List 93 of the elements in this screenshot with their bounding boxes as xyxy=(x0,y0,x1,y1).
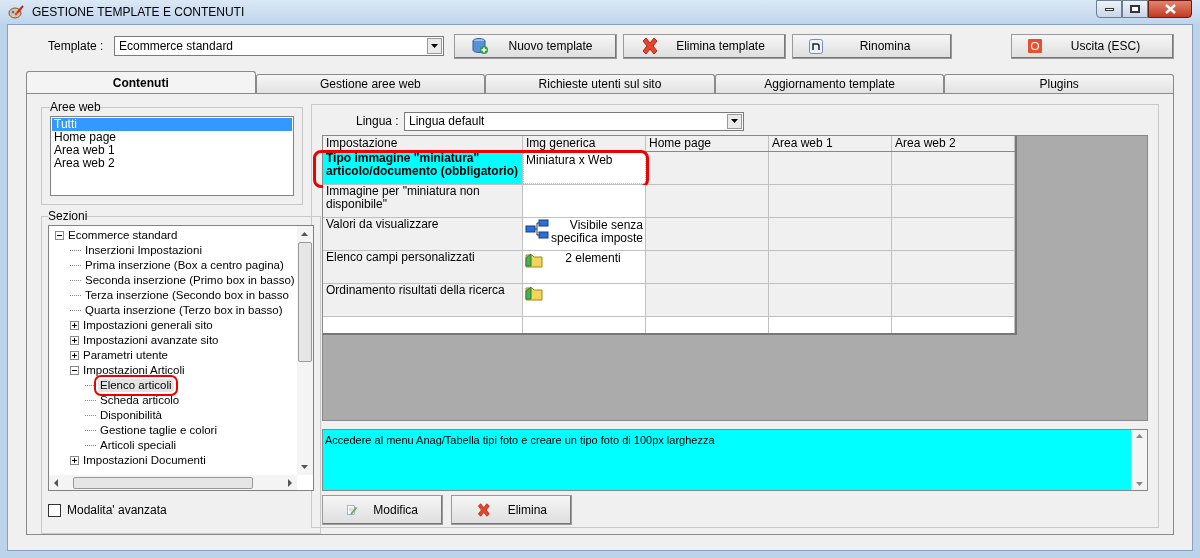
table-cell[interactable]: Miniatura x Web xyxy=(523,152,646,184)
table-cell[interactable] xyxy=(892,284,1015,316)
collapse-icon[interactable] xyxy=(70,366,79,375)
table-cell[interactable]: Visibile senza specifica imposte xyxy=(523,218,646,250)
expand-icon[interactable] xyxy=(70,456,79,465)
dropdown-arrow-icon xyxy=(431,44,438,48)
app-icon xyxy=(8,5,24,19)
tree-item[interactable]: Impostazioni Articoli xyxy=(81,364,187,377)
table-cell[interactable] xyxy=(646,152,769,184)
table-cell[interactable] xyxy=(769,152,892,184)
table-cell[interactable]: Tipo immagine "miniatura" articolo/documento (obbligatorio) xyxy=(323,152,523,184)
tab[interactable]: Plugins xyxy=(944,74,1174,93)
language-dropdown[interactable]: Lingua default xyxy=(404,111,744,131)
tab[interactable]: Contenuti xyxy=(26,71,256,93)
table-cell[interactable] xyxy=(892,152,1015,184)
tab[interactable]: Aggiornamento template xyxy=(714,74,945,93)
list-item[interactable]: Home page xyxy=(52,131,292,144)
tree-item[interactable]: Disponibilità xyxy=(98,409,164,422)
toolbar-button[interactable]: Elimina template xyxy=(623,33,786,59)
table-cell[interactable]: Immagine per "miniatura non disponibile" xyxy=(323,185,523,217)
action-button[interactable]: Elimina xyxy=(451,495,572,525)
tree-item[interactable]: Quarta inserzione (Terzo box in basso) xyxy=(83,304,285,317)
folder-icon xyxy=(525,252,543,268)
tab[interactable]: Gestione aree web xyxy=(255,74,486,93)
table-cell[interactable] xyxy=(646,218,769,250)
tree-item[interactable]: Gestione taglie e colori xyxy=(98,424,219,437)
description-box: Accedere al menu Anag/Tabella tipi foto e creare un tipo foto di 100px larghezza xyxy=(322,429,1148,491)
window-title: GESTIONE TEMPLATE E CONTENUTI xyxy=(32,4,245,21)
tab[interactable]: Richieste utenti sul sito xyxy=(485,74,715,93)
table-cell[interactable] xyxy=(646,185,769,217)
cell-value: 2 elementi xyxy=(564,252,622,265)
tree-item[interactable]: Ecommerce standard xyxy=(66,229,180,242)
table-cell[interactable] xyxy=(646,284,769,316)
toolbar-button[interactable]: Rinomina xyxy=(792,33,952,59)
table-cell[interactable] xyxy=(892,251,1015,283)
exit-icon xyxy=(1028,39,1042,53)
tree-item[interactable]: Impostazioni generali sito xyxy=(81,319,215,332)
delete-icon xyxy=(476,500,492,520)
table-cell[interactable] xyxy=(769,284,892,316)
table-cell[interactable] xyxy=(769,218,892,250)
list-item[interactable]: Area web 1 xyxy=(52,144,292,157)
hierarchy-icon xyxy=(525,219,549,239)
delete-icon xyxy=(640,36,660,56)
cell-value: Miniatura x Web xyxy=(526,154,614,167)
table-cell[interactable] xyxy=(892,218,1015,250)
folder-icon xyxy=(525,285,543,301)
tree-item[interactable]: Seconda inserzione (Primo box in basso) xyxy=(83,274,297,287)
expand-icon[interactable] xyxy=(70,336,79,345)
checkbox[interactable] xyxy=(48,503,61,517)
language-label: Lingua : xyxy=(356,113,400,130)
close-icon xyxy=(1164,4,1176,14)
maximize-button[interactable] xyxy=(1122,0,1148,18)
table-cell[interactable] xyxy=(769,251,892,283)
cell-value: Visibile senza specifica imposte xyxy=(549,219,643,245)
template-dropdown[interactable]: Ecommerce standard xyxy=(114,36,444,56)
table-cell[interactable] xyxy=(523,284,646,316)
dropdown-arrow-icon xyxy=(731,119,738,123)
tree-item[interactable]: Prima inserzione (Box a centro pagina) xyxy=(83,259,286,272)
expand-icon[interactable] xyxy=(70,321,79,330)
list-item[interactable]: Area web 2 xyxy=(52,157,292,170)
tree-item[interactable]: Impostazioni avanzate sito xyxy=(81,334,221,347)
table-cell[interactable] xyxy=(523,185,646,217)
vertical-scrollbar[interactable] xyxy=(296,226,313,475)
collapse-icon[interactable] xyxy=(55,231,64,240)
table-cell[interactable]: Valori da visualizzare xyxy=(323,218,523,250)
tree-item[interactable]: Articoli speciali xyxy=(98,439,179,452)
table-cell[interactable]: Ordinamento risultati della ricerca xyxy=(323,284,523,316)
table-cell[interactable] xyxy=(646,251,769,283)
template-label: Template : xyxy=(48,38,105,55)
column-header: Home page xyxy=(646,136,769,151)
tree-item[interactable]: Terza inserzione (Secondo box in basso xyxy=(83,289,291,302)
database-add-icon xyxy=(471,37,489,55)
toolbar-button[interactable]: Nuovo template xyxy=(454,33,617,59)
horizontal-scrollbar[interactable] xyxy=(49,475,297,490)
close-button[interactable] xyxy=(1148,0,1192,18)
toolbar-button[interactable]: Uscita (ESC) xyxy=(1011,33,1174,59)
tree-item[interactable]: Inserzioni Impostazioni xyxy=(83,244,204,257)
minimize-button[interactable] xyxy=(1096,0,1122,18)
tree-item[interactable]: Parametri utente xyxy=(81,349,170,362)
column-header: Area web 1 xyxy=(769,136,892,151)
tree-item[interactable]: Scheda articolo xyxy=(98,394,182,407)
table-cell[interactable] xyxy=(892,185,1015,217)
group-title: Sezioni xyxy=(48,208,88,225)
table-cell[interactable]: 2 elementi xyxy=(523,251,646,283)
expand-icon[interactable] xyxy=(70,351,79,360)
tree-item[interactable]: Impostazioni Documenti xyxy=(81,454,208,467)
group-title: Aree web xyxy=(50,99,101,116)
checkbox-label: Modalita' avanzata xyxy=(67,502,167,519)
action-button[interactable]: Modifica xyxy=(322,495,443,525)
table-cell[interactable]: Elenco campi personalizzati xyxy=(323,251,523,283)
column-header: Area web 2 xyxy=(892,136,1015,151)
rename-icon xyxy=(809,38,823,54)
table-cell[interactable] xyxy=(769,185,892,217)
